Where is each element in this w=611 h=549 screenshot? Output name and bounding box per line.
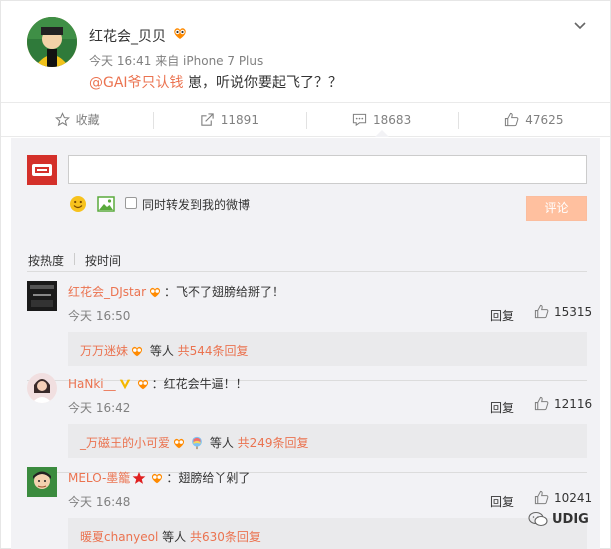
comment-panel: 同时转发到我的微博 评论 按热度 按时间 红花会_DJstar ：飞不了翅膀给掰… [11, 138, 600, 549]
comment-like-count: 10241 [554, 490, 593, 505]
post-meta: 今天 16:41 来自 iPhone 7 Plus [89, 52, 263, 69]
sub-reply-count[interactable]: 共630条回复 [190, 528, 261, 545]
author-avatar[interactable] [27, 17, 77, 67]
repost-count: 11891 [220, 112, 259, 127]
submit-comment-button[interactable]: 评论 [526, 196, 587, 221]
post-content: @GAI爷只认钱 崽，听说你要起飞了？？ [89, 72, 342, 92]
post-source: 来自 iPhone 7 Plus [155, 54, 264, 68]
sub-reply-mid: 等人 [146, 344, 178, 358]
star-icon [54, 112, 70, 127]
chevron-down-icon[interactable] [573, 19, 587, 33]
vip-badge-icon [173, 438, 185, 448]
sub-reply-user[interactable]: _万磁王的小可爱 [80, 434, 170, 451]
repost-button[interactable]: 11891 [153, 103, 305, 136]
sub-replies-box[interactable]: 暖夏chanyeol 等人 共630条回复 [68, 518, 587, 549]
vip-badge-icon [149, 287, 161, 297]
comment-time: 今天 16:42 [68, 401, 131, 415]
sort-by-time-tab[interactable]: 按时间 [85, 252, 121, 269]
sub-reply-user[interactable]: 万万迷妹 [80, 342, 128, 359]
sort-divider [74, 253, 75, 265]
thumbs-up-icon [534, 396, 549, 411]
comment-like-button[interactable]: 12116 [534, 396, 592, 411]
sub-reply-count[interactable]: 共544条回复 [178, 342, 249, 359]
thumbs-up-icon [534, 304, 549, 319]
my-avatar [27, 155, 57, 185]
thumbs-up-icon [534, 490, 549, 505]
balloon-icon [192, 436, 202, 449]
like-count: 47625 [525, 112, 564, 127]
image-icon[interactable] [97, 196, 115, 212]
sub-reply-mid: 等人 [206, 436, 238, 450]
repost-icon [201, 113, 214, 126]
weibo-post-card: 红花会_贝贝 今天 16:41 来自 iPhone 7 Plus @GAI爷只认… [0, 0, 611, 549]
favorite-label: 收藏 [75, 113, 100, 127]
wechat-icon [528, 511, 548, 527]
like-button[interactable]: 47625 [457, 103, 610, 136]
sub-reply-user[interactable]: 暖夏chanyeol [80, 528, 158, 545]
repost-checkbox-label[interactable]: 同时转发到我的微博 [142, 196, 250, 213]
favorite-button[interactable]: 收藏 [1, 103, 153, 136]
commenter-avatar[interactable] [27, 281, 57, 311]
reply-button[interactable]: 回复 [490, 493, 514, 510]
comment-text: ：飞不了翅膀给掰了！ [164, 285, 285, 299]
repost-checkbox[interactable] [125, 197, 137, 209]
commenter-avatar[interactable] [27, 467, 57, 497]
sub-replies-summary: 万万迷妹 等人 共544条回复 [80, 342, 249, 359]
comment-like-count: 12116 [554, 396, 593, 411]
sub-replies-summary: 暖夏chanyeol 等人 共630条回复 [80, 528, 261, 545]
comment-icon [352, 113, 367, 127]
thumbs-up-icon [505, 112, 519, 127]
sort-by-hot-tab[interactable]: 按热度 [28, 252, 64, 269]
author-name[interactable]: 红花会_贝贝 [89, 26, 166, 46]
verified-v-icon [119, 379, 130, 389]
watermark: UDIG [528, 511, 589, 527]
commenter-name[interactable]: MELO-墨籠 [68, 469, 130, 486]
comment-time: 今天 16:50 [68, 309, 131, 323]
vip-badge-icon [131, 346, 143, 356]
sub-replies-summary: _万磁王的小可爱 等人 共249条回复 [80, 434, 309, 451]
emoji-icon[interactable] [69, 195, 87, 213]
comment-like-count: 15315 [554, 304, 593, 319]
sub-reply-count[interactable]: 共249条回复 [238, 434, 309, 451]
vip-badge-icon [137, 379, 148, 389]
sub-replies-box[interactable]: _万磁王的小可爱 等人 共249条回复 [68, 424, 587, 458]
comment-line: HaNki__ ：红花会牛逼！！ [68, 375, 248, 392]
commenter-name[interactable]: HaNki__ [68, 377, 116, 391]
watermark-text: UDIG [552, 511, 589, 527]
comment-line: 红花会_DJstar ：飞不了翅膀给掰了！ [68, 283, 284, 300]
post-body-text: 崽，听说你要起飞了？？ [183, 75, 343, 91]
comment-count: 18683 [373, 112, 412, 127]
vip-badge-icon [152, 473, 163, 483]
post-action-bar: 收藏 11891 18683 47625 [1, 102, 610, 137]
comment-input[interactable] [68, 155, 587, 184]
comment-button[interactable]: 18683 [305, 103, 458, 137]
reply-button[interactable]: 回复 [490, 307, 514, 324]
sub-reply-mid: 等人 [158, 530, 190, 544]
mention-link[interactable]: @GAI爷只认钱 [89, 75, 184, 91]
comment-text: ：翅膀给丫剁了 [166, 471, 251, 485]
comment-text: ：红花会牛逼！！ [151, 377, 248, 391]
comment-sort-bar: 按热度 按时间 [27, 244, 587, 272]
comment-line: MELO-墨籠 ：翅膀给丫剁了 [68, 469, 250, 486]
commenter-name[interactable]: 红花会_DJstar [68, 283, 146, 300]
comment-like-button[interactable]: 15315 [534, 304, 592, 319]
comment-time: 今天 16:48 [68, 495, 131, 509]
reply-button[interactable]: 回复 [490, 399, 514, 416]
red-star-icon [132, 471, 146, 484]
comment-like-button[interactable]: 10241 [534, 490, 592, 505]
vip-badge-icon [174, 28, 186, 39]
commenter-avatar[interactable] [27, 373, 57, 403]
sub-replies-box[interactable]: 万万迷妹 等人 共544条回复 [68, 332, 587, 366]
post-time[interactable]: 今天 16:41 [89, 54, 151, 68]
